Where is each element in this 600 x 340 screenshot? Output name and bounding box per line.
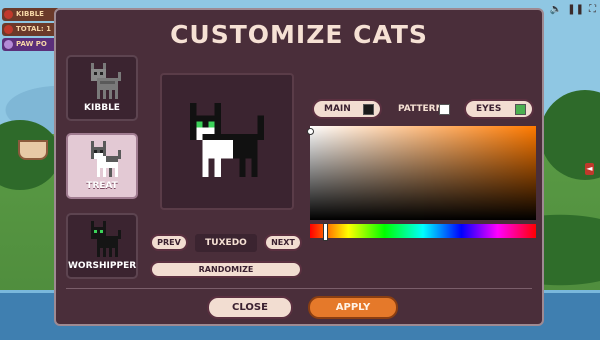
- eyes-color-swatch: [515, 104, 526, 115]
- resource-hud: KIBBLE TOTAL: 1 PAW PO: [2, 8, 60, 53]
- worshipper-cat-icon: [91, 221, 121, 257]
- cat-preview: [160, 73, 294, 210]
- coffee-cup-icon: [18, 140, 48, 160]
- speaker-icon[interactable]: 🔈: [550, 4, 562, 15]
- preset-label: TREAT: [86, 181, 118, 191]
- pause-icon[interactable]: ❚❚: [567, 4, 584, 15]
- paw-icon: [4, 40, 13, 49]
- next-button[interactable]: NEXT: [264, 234, 302, 251]
- pattern-color-swatch: [439, 104, 450, 115]
- prev-button[interactable]: PREV: [150, 234, 188, 251]
- total-counter: TOTAL: 1: [2, 23, 60, 36]
- preset-treat[interactable]: TREAT: [66, 133, 138, 199]
- paw-counter: PAW PO: [2, 38, 60, 51]
- apply-button[interactable]: APPLY: [308, 296, 398, 319]
- footer-divider: [66, 288, 532, 289]
- saturation-value-picker[interactable]: [310, 126, 536, 220]
- main-color-swatch: [363, 104, 374, 115]
- kibble-cat-icon: [91, 63, 121, 99]
- tab-pattern[interactable]: PATTERN: [386, 99, 458, 119]
- fullscreen-icon[interactable]: ⛶: [589, 4, 596, 15]
- preset-worshipper[interactable]: WORSHIPPER: [66, 213, 138, 279]
- kibble-icon: [4, 10, 13, 19]
- preset-label: WORSHIPPER: [68, 261, 137, 271]
- tab-eyes[interactable]: EYES: [464, 99, 534, 119]
- side-tab-button[interactable]: ◄: [585, 163, 594, 175]
- kibble-counter: KIBBLE: [2, 8, 60, 21]
- modal-title: CUSTOMIZE CATS: [170, 20, 428, 49]
- tab-main[interactable]: MAIN: [312, 99, 382, 119]
- color-picker-handle[interactable]: [307, 128, 314, 135]
- close-button[interactable]: CLOSE: [207, 296, 293, 319]
- preset-label: KIBBLE: [84, 103, 120, 113]
- randomize-button[interactable]: RANDOMIZE: [150, 261, 302, 278]
- system-icons: 🔈 ❚❚ ⛶: [550, 4, 596, 15]
- total-icon: [4, 25, 13, 34]
- treat-cat-icon: [91, 141, 121, 177]
- preview-cat-image: [190, 103, 264, 177]
- preset-kibble[interactable]: KIBBLE: [66, 55, 138, 121]
- hue-slider[interactable]: [310, 224, 536, 238]
- hue-slider-handle[interactable]: [323, 223, 328, 241]
- pattern-name: TUXEDO: [195, 234, 257, 252]
- customize-cats-modal: CUSTOMIZE CATS KIBBLE TREAT WORSHIPPER P…: [54, 8, 544, 326]
